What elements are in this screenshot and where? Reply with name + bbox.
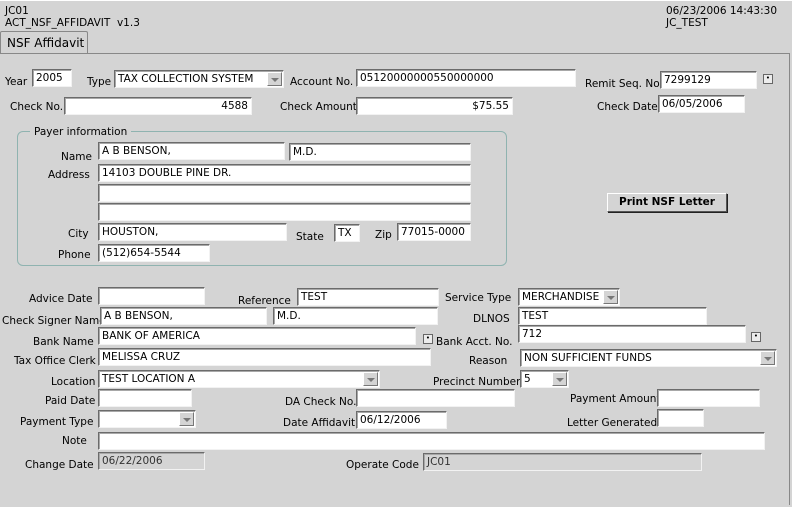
da-check-field[interactable] [356,389,515,407]
letter-generated-field[interactable] [657,409,704,427]
da-check-label: DA Check No. [285,396,357,408]
city-label: City [68,228,89,240]
remit-seq-label: Remit Seq. No. [585,78,663,90]
tab-nsf-affidavit[interactable]: NSF Affidavit [0,31,88,53]
city-field[interactable]: HOUSTON, [98,223,287,241]
payment-type-select[interactable] [98,410,196,428]
chevron-down-icon[interactable] [267,72,282,86]
form-code: JC01 [5,5,29,17]
letter-generated-label: Letter Generated [567,417,658,429]
type-label: Type [87,76,112,88]
year-label: Year [5,76,28,88]
remit-seq-lookup-button[interactable]: • [763,74,773,84]
chevron-down-icon[interactable] [552,372,567,386]
check-signer-suffix-field[interactable]: M.D. [273,307,438,325]
precinct-select[interactable]: 5 [520,370,569,388]
check-date-label: Check Date [597,101,658,113]
bank-name-label: Bank Name [33,336,94,348]
payer-name-field[interactable]: A B BENSON, [98,142,285,160]
chevron-down-icon[interactable] [363,372,378,386]
account-no-field[interactable]: 05120000000550000000 [356,69,576,87]
payment-amount-label: Payment Amount [570,393,661,405]
location-label: Location [51,376,96,388]
account-no-label: Account No. [290,76,354,88]
service-type-value: MERCHANDISE [522,291,600,303]
chevron-down-icon[interactable] [179,412,194,426]
payer-information-title: Payer information [30,126,132,138]
change-date-field: 06/22/2006 [98,452,205,470]
zip-field[interactable]: 77015-0000 [397,223,471,241]
address-label: Address [48,169,90,181]
precinct-value: 5 [524,373,531,385]
address-line1-field[interactable]: 14103 DOUBLE PINE DR. [98,164,471,182]
check-signer-label: Check Signer Name [2,315,106,327]
year-field[interactable]: 2005 [32,69,72,87]
payment-amount-field[interactable] [657,389,760,407]
print-nsf-letter-button[interactable]: Print NSF Letter [607,193,727,212]
header-user: JC_TEST [666,17,708,29]
reason-label: Reason [469,355,508,367]
location-value: TEST LOCATION A [102,373,196,385]
dlnos-label: DLNOS [473,313,510,325]
check-amount-field[interactable]: $75.55 [356,97,513,115]
note-label: Note [62,435,87,447]
clerk-field[interactable]: MELISSA CRUZ [98,348,431,366]
bank-acct-label: Bank Acct. No. [436,336,513,348]
date-affidavit-label: Date Affidavit [283,417,356,429]
check-no-label: Check No. [10,101,64,113]
precinct-label: Precinct Number [433,376,521,388]
address-line3-field[interactable] [98,203,471,221]
payment-type-label: Payment Type [20,416,94,428]
advice-date-field[interactable] [98,287,205,305]
clerk-label: Tax Office Clerk [14,355,96,367]
bank-acct-field[interactable]: 712 [518,325,746,343]
change-date-label: Change Date [25,459,94,471]
advice-date-label: Advice Date [29,293,93,305]
check-no-field[interactable]: 4588 [64,97,252,115]
form-version: v1.3 [116,17,140,29]
remit-seq-field[interactable]: 7299129 [660,71,757,89]
reason-select[interactable]: NON SUFFICIENT FUNDS [520,349,777,367]
paid-date-field[interactable] [98,389,192,407]
service-type-label: Service Type [445,292,512,304]
form-name-text: ACT_NSF_AFFIDAVIT [5,17,111,29]
chevron-down-icon[interactable] [603,290,618,304]
service-type-select[interactable]: MERCHANDISE [518,288,620,306]
form-name: ACT_NSF_AFFIDAVIT v1.3 [5,17,140,29]
state-label: State [296,231,324,243]
type-select[interactable]: TAX COLLECTION SYSTEM [114,70,284,88]
state-field[interactable]: TX [334,224,360,242]
zip-label: Zip [375,229,392,241]
phone-label: Phone [58,249,91,261]
dlnos-field[interactable]: TEST [518,307,707,325]
payer-name-suffix-field[interactable]: M.D. [289,143,471,161]
payer-name-label: Name [61,151,92,163]
check-amount-label: Check Amount [280,101,357,113]
type-value: TAX COLLECTION SYSTEM [118,73,254,85]
reference-field[interactable]: TEST [297,288,439,306]
bank-name-lookup-button[interactable]: • [423,334,433,344]
header-datetime: 06/23/2006 14:43:30 [666,5,778,17]
check-signer-field[interactable]: A B BENSON, [100,307,267,325]
bank-acct-lookup-button[interactable]: • [751,332,761,342]
operate-code-field: JC01 [423,453,702,471]
note-field[interactable] [98,432,765,450]
address-line2-field[interactable] [98,184,471,202]
date-affidavit-field[interactable]: 06/12/2006 [356,411,447,429]
paid-date-label: Paid Date [45,395,96,407]
check-date-field[interactable]: 06/05/2006 [658,95,745,113]
operate-code-label: Operate Code [346,459,419,471]
chevron-down-icon[interactable] [760,351,775,365]
bank-name-field[interactable]: BANK OF AMERICA [98,327,416,345]
reason-value: NON SUFFICIENT FUNDS [524,352,652,364]
location-select[interactable]: TEST LOCATION A [98,370,380,388]
phone-field[interactable]: (512)654-5544 [98,244,210,262]
